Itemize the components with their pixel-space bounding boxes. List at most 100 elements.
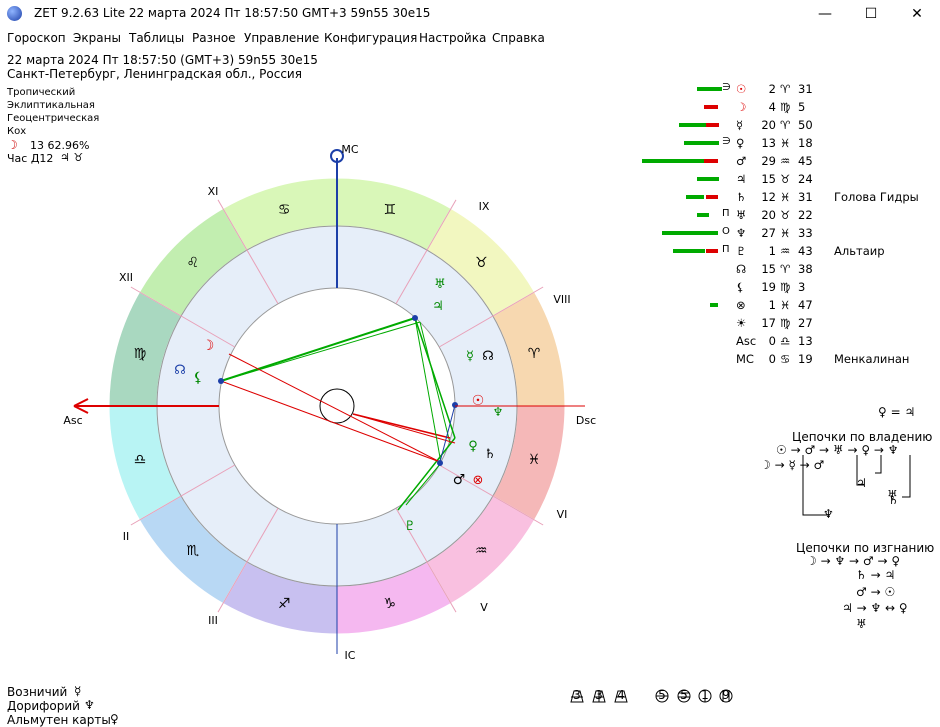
planet-sign: ♓ [780, 226, 791, 240]
planet-degree: 1 [768, 298, 776, 312]
house-label: II [123, 530, 130, 543]
planet-degree: 29 [761, 154, 776, 168]
planet-sign: ♍ [780, 100, 791, 114]
exile-chains-title: Цепочки по изгнанию [796, 541, 935, 555]
planet-minute: 47 [798, 298, 813, 312]
planet-row[interactable]: ∋ ♀ 13 ♓ 18 [0, 136, 940, 154]
menu-screens[interactable]: Экраны [73, 31, 121, 45]
planet-row[interactable]: П ♇ 1 ♒ 43 Альтаир [0, 244, 940, 262]
title-bar: ZET 9.2.63 Lite 22 марта 2024 Пт 18:57:5… [0, 0, 940, 28]
planet-minute: 19 [798, 352, 813, 366]
sign-glyph: ♓ [528, 452, 541, 468]
planet-degree: 27 [761, 226, 776, 240]
almuten-label: Альмутен карты [7, 713, 111, 727]
menu-misc[interactable]: Разное [192, 31, 236, 45]
menu-tables[interactable]: Таблицы [129, 31, 184, 45]
dignity-bar [642, 159, 704, 163]
planet-row[interactable]: ⊗ 1 ♓ 47 [0, 298, 940, 316]
planet-sign: ♒ [780, 244, 791, 258]
exile-chain-3: ♂ → ☉ [856, 585, 896, 599]
minimize-button[interactable]: — [802, 0, 848, 28]
planet-sign: ♉ [780, 208, 791, 222]
ic-label: IC [345, 649, 356, 660]
planet-minute: 5 [798, 100, 806, 114]
planet-minute: 50 [798, 118, 813, 132]
planet-glyph-on-chart: ♀ [468, 439, 478, 454]
dignity-bar [704, 159, 718, 163]
menu-help[interactable]: Справка [492, 31, 545, 45]
sign-glyph: ♎ [134, 452, 147, 468]
planet-degree: 15 [761, 262, 776, 276]
planet-minute: 38 [798, 262, 813, 276]
dignity-bar [662, 231, 718, 235]
dignity-bar [710, 303, 718, 307]
planet-row[interactable]: ♂ 29 ♒ 45 [0, 154, 940, 172]
stat-earth: 5 [680, 688, 688, 702]
planet-row[interactable]: Asc 0 ♎ 13 [0, 334, 940, 352]
menu-settings[interactable]: Настройка [419, 31, 486, 45]
planet-degree: 4 [768, 100, 776, 114]
center-circle [319, 388, 355, 424]
planet-row[interactable]: ∋ ☉ 2 ♈ 31 [0, 82, 940, 100]
maximize-button[interactable]: ☐ [848, 0, 894, 28]
planet-star-note: Голова Гидры [834, 190, 919, 204]
doryphory-symbol: ♆ [84, 698, 95, 712]
planet-glyph-on-chart: ♂ [453, 472, 466, 488]
planet-row[interactable]: ⚸ 19 ♍ 3 [0, 280, 940, 298]
dignity-bar [706, 195, 718, 199]
planet-row[interactable]: ☽ 4 ♍ 5 [0, 100, 940, 118]
planet-minute: 13 [798, 334, 813, 348]
planet-prefix: ∋ [722, 136, 731, 147]
planet-minute: 43 [798, 244, 813, 258]
planet-sign: ♋ [780, 352, 791, 366]
planet-minute: 3 [798, 280, 806, 294]
planet-minute: 27 [798, 316, 813, 330]
planet-glyph: ⊗ [736, 298, 746, 312]
planet-row[interactable]: ♃ 15 ♉ 24 [0, 172, 940, 190]
house-label: VI [557, 508, 568, 521]
planet-prefix: П [722, 244, 730, 255]
planet-minute: 31 [798, 190, 813, 204]
menu-horoscope[interactable]: Гороскоп [7, 31, 66, 45]
planet-minute: 22 [798, 208, 813, 222]
dignity-bar [684, 141, 719, 145]
stat-water: 9 [722, 688, 730, 702]
planet-row[interactable]: ♄ 12 ♓ 31 Голова Гидры [0, 190, 940, 208]
planet-glyph-on-chart: ♇ [404, 519, 416, 534]
planet-sign: ♓ [780, 136, 791, 150]
planet-row[interactable]: ☊ 15 ♈ 38 [0, 262, 940, 280]
dignity-bar [673, 249, 705, 253]
menu-control[interactable]: Управление [244, 31, 319, 45]
planet-sign: ♍ [780, 280, 791, 294]
sign-glyph: ♐ [278, 596, 291, 612]
planet-glyph: ♆ [736, 226, 747, 240]
planet-glyph: ♂ [736, 154, 747, 168]
planet-sign: ♓ [780, 298, 791, 312]
house-label: III [208, 614, 218, 627]
house-label: V [480, 601, 488, 614]
dignity-bar [706, 123, 719, 127]
planet-prefix: П [722, 208, 730, 219]
aspect-node [437, 460, 443, 466]
planet-degree: 12 [761, 190, 776, 204]
planet-row[interactable]: ☿ 20 ♈ 50 [0, 118, 940, 136]
close-button[interactable]: ✕ [894, 0, 940, 28]
planet-row[interactable]: О ♆ 27 ♓ 33 [0, 226, 940, 244]
planet-glyph-on-chart: ⊗ [473, 473, 484, 488]
dignity-bar [697, 87, 719, 91]
planet-row[interactable]: MC 0 ♋ 19 Менкалинан [0, 352, 940, 370]
location-line: Санкт-Петербург, Ленинградская обл., Рос… [7, 67, 302, 81]
planet-glyph: ☽ [736, 100, 747, 114]
dignity-bar [697, 213, 709, 217]
planet-minute: 18 [798, 136, 813, 150]
sign-glyph: ♑ [384, 596, 397, 612]
rulership-chain-connectors [802, 455, 911, 516]
planet-degree: 0 [768, 334, 776, 348]
planet-sign: ♈ [780, 262, 791, 276]
planet-row[interactable]: ☀ 17 ♍ 27 [0, 316, 940, 334]
planet-row[interactable]: П ♅ 20 ♉ 22 [0, 208, 940, 226]
menu-configuration[interactable]: Конфигурация [324, 31, 417, 45]
planet-sign: ♓ [780, 190, 791, 204]
planet-glyph-on-chart: ♄ [484, 447, 496, 462]
planet-glyph-on-chart: ⚸ [193, 370, 203, 386]
